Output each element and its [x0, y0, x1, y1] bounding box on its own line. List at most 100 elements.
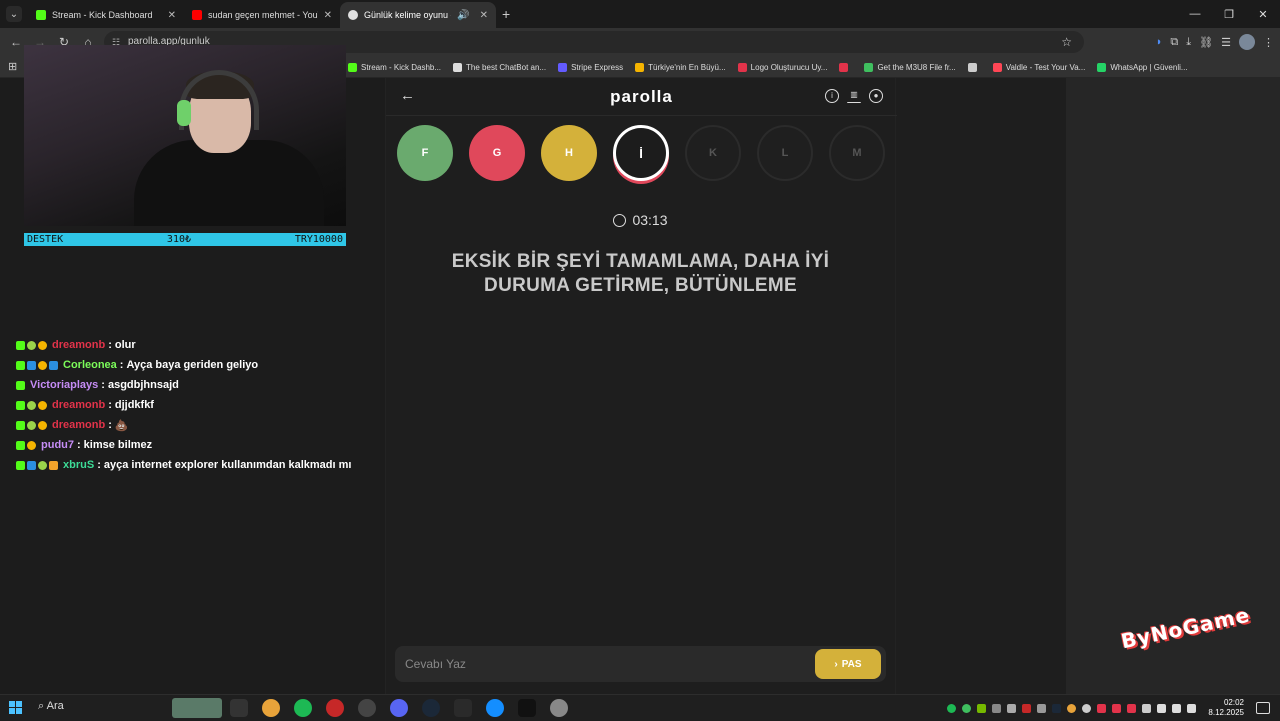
k-badge-icon: [16, 380, 25, 390]
tray-mic-icon[interactable]: [1157, 703, 1167, 713]
star-badge-icon: [27, 340, 36, 350]
chat-username: dreamonb: [52, 419, 106, 431]
bookmark-item[interactable]: Stream - Kick Dashb...: [348, 62, 442, 72]
taskbar-search[interactable]: ⌕ Ara: [38, 700, 64, 713]
bookmark-favicon-icon: [839, 62, 849, 72]
answer-bar: › PAS: [395, 646, 886, 682]
bookmark-item[interactable]: Türkiye'nin En Büyü...: [635, 62, 726, 72]
speaker-icon[interactable]: 🔊: [457, 10, 469, 21]
bookmark-favicon-icon: [737, 62, 747, 72]
battlenet-icon[interactable]: [486, 699, 504, 717]
blue-badge-icon: [49, 360, 58, 370]
tray-app-icon[interactable]: [992, 703, 1002, 713]
bookmark-item[interactable]: [967, 62, 981, 72]
question-text: EKSİK BİR ŞEYİ TAMAMLAMA, DAHA İYİ DURUM…: [416, 250, 865, 298]
tray-steam-icon[interactable]: [1052, 703, 1062, 713]
close-tab-icon[interactable]: ✕: [480, 10, 488, 21]
bookmark-item[interactable]: Get the M3U8 File fr...: [864, 62, 956, 72]
tray-spotify-icon[interactable]: [947, 703, 957, 713]
tray-volume-icon[interactable]: [1187, 703, 1197, 713]
close-tab-icon[interactable]: ✕: [168, 10, 176, 21]
bookmark-star-icon[interactable]: ☆: [1061, 31, 1072, 53]
app-red-icon[interactable]: [326, 699, 344, 717]
question-line: EKSİK BİR ŞEYİ TAMAMLAMA, DAHA İYİ: [451, 251, 830, 272]
question-line: DURUMA GETİRME, BÜTÜNLEME: [484, 275, 797, 296]
bookmark-item[interactable]: Stripe Express: [558, 62, 623, 72]
tray-app-icon[interactable]: [1097, 703, 1107, 713]
chrome-icon[interactable]: [262, 699, 280, 717]
discord-icon[interactable]: [390, 699, 408, 717]
coin-badge-icon: [38, 420, 47, 430]
notification-icon[interactable]: [1256, 702, 1270, 714]
tab-title: Günlük kelime oyunu - parolla: [364, 10, 451, 20]
star-badge-icon: [27, 420, 36, 430]
parolla-game: ← parolla i ▥ ● FGHİKLM 03:13 EKSİK BİR …: [385, 78, 897, 694]
tray-app-icon[interactable]: [1022, 703, 1032, 713]
tray-battery-icon[interactable]: [1142, 703, 1152, 713]
extensions-puzzle-icon[interactable]: ⧉: [1170, 36, 1178, 49]
menu-dots-icon[interactable]: ⋮: [1263, 36, 1274, 49]
windows-start-icon[interactable]: [9, 701, 22, 714]
chat-username: Corleonea: [63, 359, 117, 371]
bookmark-label: Stream - Kick Dashb...: [361, 62, 442, 72]
download-icon[interactable]: ⤓: [1186, 36, 1191, 49]
reading-list-icon[interactable]: ☰: [1221, 36, 1231, 49]
info-icon[interactable]: i: [825, 89, 839, 103]
tray-app-icon[interactable]: [1112, 703, 1122, 713]
close-tab-icon[interactable]: ✕: [324, 10, 332, 21]
chat-text: kimse bilmez: [83, 439, 153, 451]
bookmark-label: The best ChatBot an...: [466, 62, 547, 72]
chat-separator: :: [108, 419, 112, 431]
taskbar-clock[interactable]: 02:02 8.12.2025: [1208, 698, 1244, 718]
bookmark-item[interactable]: Logo Oluşturucu Uy...: [737, 62, 828, 72]
bookmark-item[interactable]: WhatsApp | Güvenli...: [1097, 62, 1188, 72]
tab-parolla[interactable]: Günlük kelime oyunu - parolla 🔊 ✕: [340, 2, 496, 28]
spotify-icon[interactable]: [294, 699, 312, 717]
bookmark-item[interactable]: [839, 62, 852, 72]
tray-nvidia-icon[interactable]: [977, 703, 987, 713]
bookmark-label: Logo Oluşturucu Uy...: [750, 62, 828, 72]
pass-button[interactable]: › PAS: [815, 649, 881, 679]
obs-icon[interactable]: [358, 699, 376, 717]
coin-badge-icon: [38, 340, 47, 350]
bookmark-item[interactable]: The best ChatBot an...: [453, 62, 547, 72]
epic-games-icon[interactable]: [454, 699, 472, 717]
extension-icon[interactable]: ◗: [1156, 36, 1163, 48]
bookmark-item[interactable]: Valdle - Test Your Va...: [992, 62, 1085, 72]
letter-circle-pending: L: [757, 125, 813, 181]
restore-icon[interactable]: ❐: [1212, 0, 1246, 28]
tray-chrome-icon[interactable]: [1067, 703, 1077, 713]
minimize-icon[interactable]: —: [1178, 0, 1212, 28]
tray-app-icon[interactable]: [1127, 703, 1137, 713]
bookmark-label: WhatsApp | Güvenli...: [1110, 62, 1188, 72]
task-view-icon[interactable]: [230, 699, 248, 717]
tab-kick[interactable]: Stream - Kick Dashboard ✕: [28, 2, 184, 28]
chat-separator: :: [108, 399, 112, 411]
tab-search-button[interactable]: ⌄: [6, 6, 22, 22]
k-badge-icon: [16, 420, 25, 430]
browser-tabbar: ⌄ Stream - Kick Dashboard ✕ sudan geçen …: [0, 0, 1280, 28]
tray-settings-icon[interactable]: [1082, 703, 1092, 713]
new-tab-button[interactable]: +: [502, 6, 510, 22]
timer-value: 03:13: [632, 212, 668, 228]
close-window-icon[interactable]: ✕: [1246, 0, 1280, 28]
clock-icon: [613, 214, 627, 227]
profile-icon[interactable]: ●: [869, 89, 883, 103]
link-icon[interactable]: ⛓: [1199, 36, 1213, 49]
tab-youtube[interactable]: sudan geçen mehmet - YouTube ✕: [184, 2, 340, 28]
blue-badge-icon: [27, 360, 36, 370]
chat-message: Victoriaplays: asgdbjhnsajd: [16, 375, 376, 395]
answer-input[interactable]: [405, 654, 795, 674]
steam-icon[interactable]: [422, 699, 440, 717]
tray-network-icon[interactable]: [1172, 703, 1182, 713]
coin-badge-icon: [27, 440, 36, 450]
profile-avatar[interactable]: [1239, 34, 1255, 50]
apps-grid-icon[interactable]: ⊞: [8, 60, 17, 73]
capcut-icon[interactable]: [518, 699, 536, 717]
tray-green-icon[interactable]: [962, 703, 972, 713]
app-ring-icon[interactable]: [550, 699, 568, 717]
chat-message: xbruS: ayça internet explorer kullanımdan…: [16, 455, 376, 475]
tray-app-icon[interactable]: [1007, 703, 1017, 713]
tray-app-icon[interactable]: [1037, 703, 1047, 713]
stats-icon[interactable]: ▥: [847, 89, 861, 103]
